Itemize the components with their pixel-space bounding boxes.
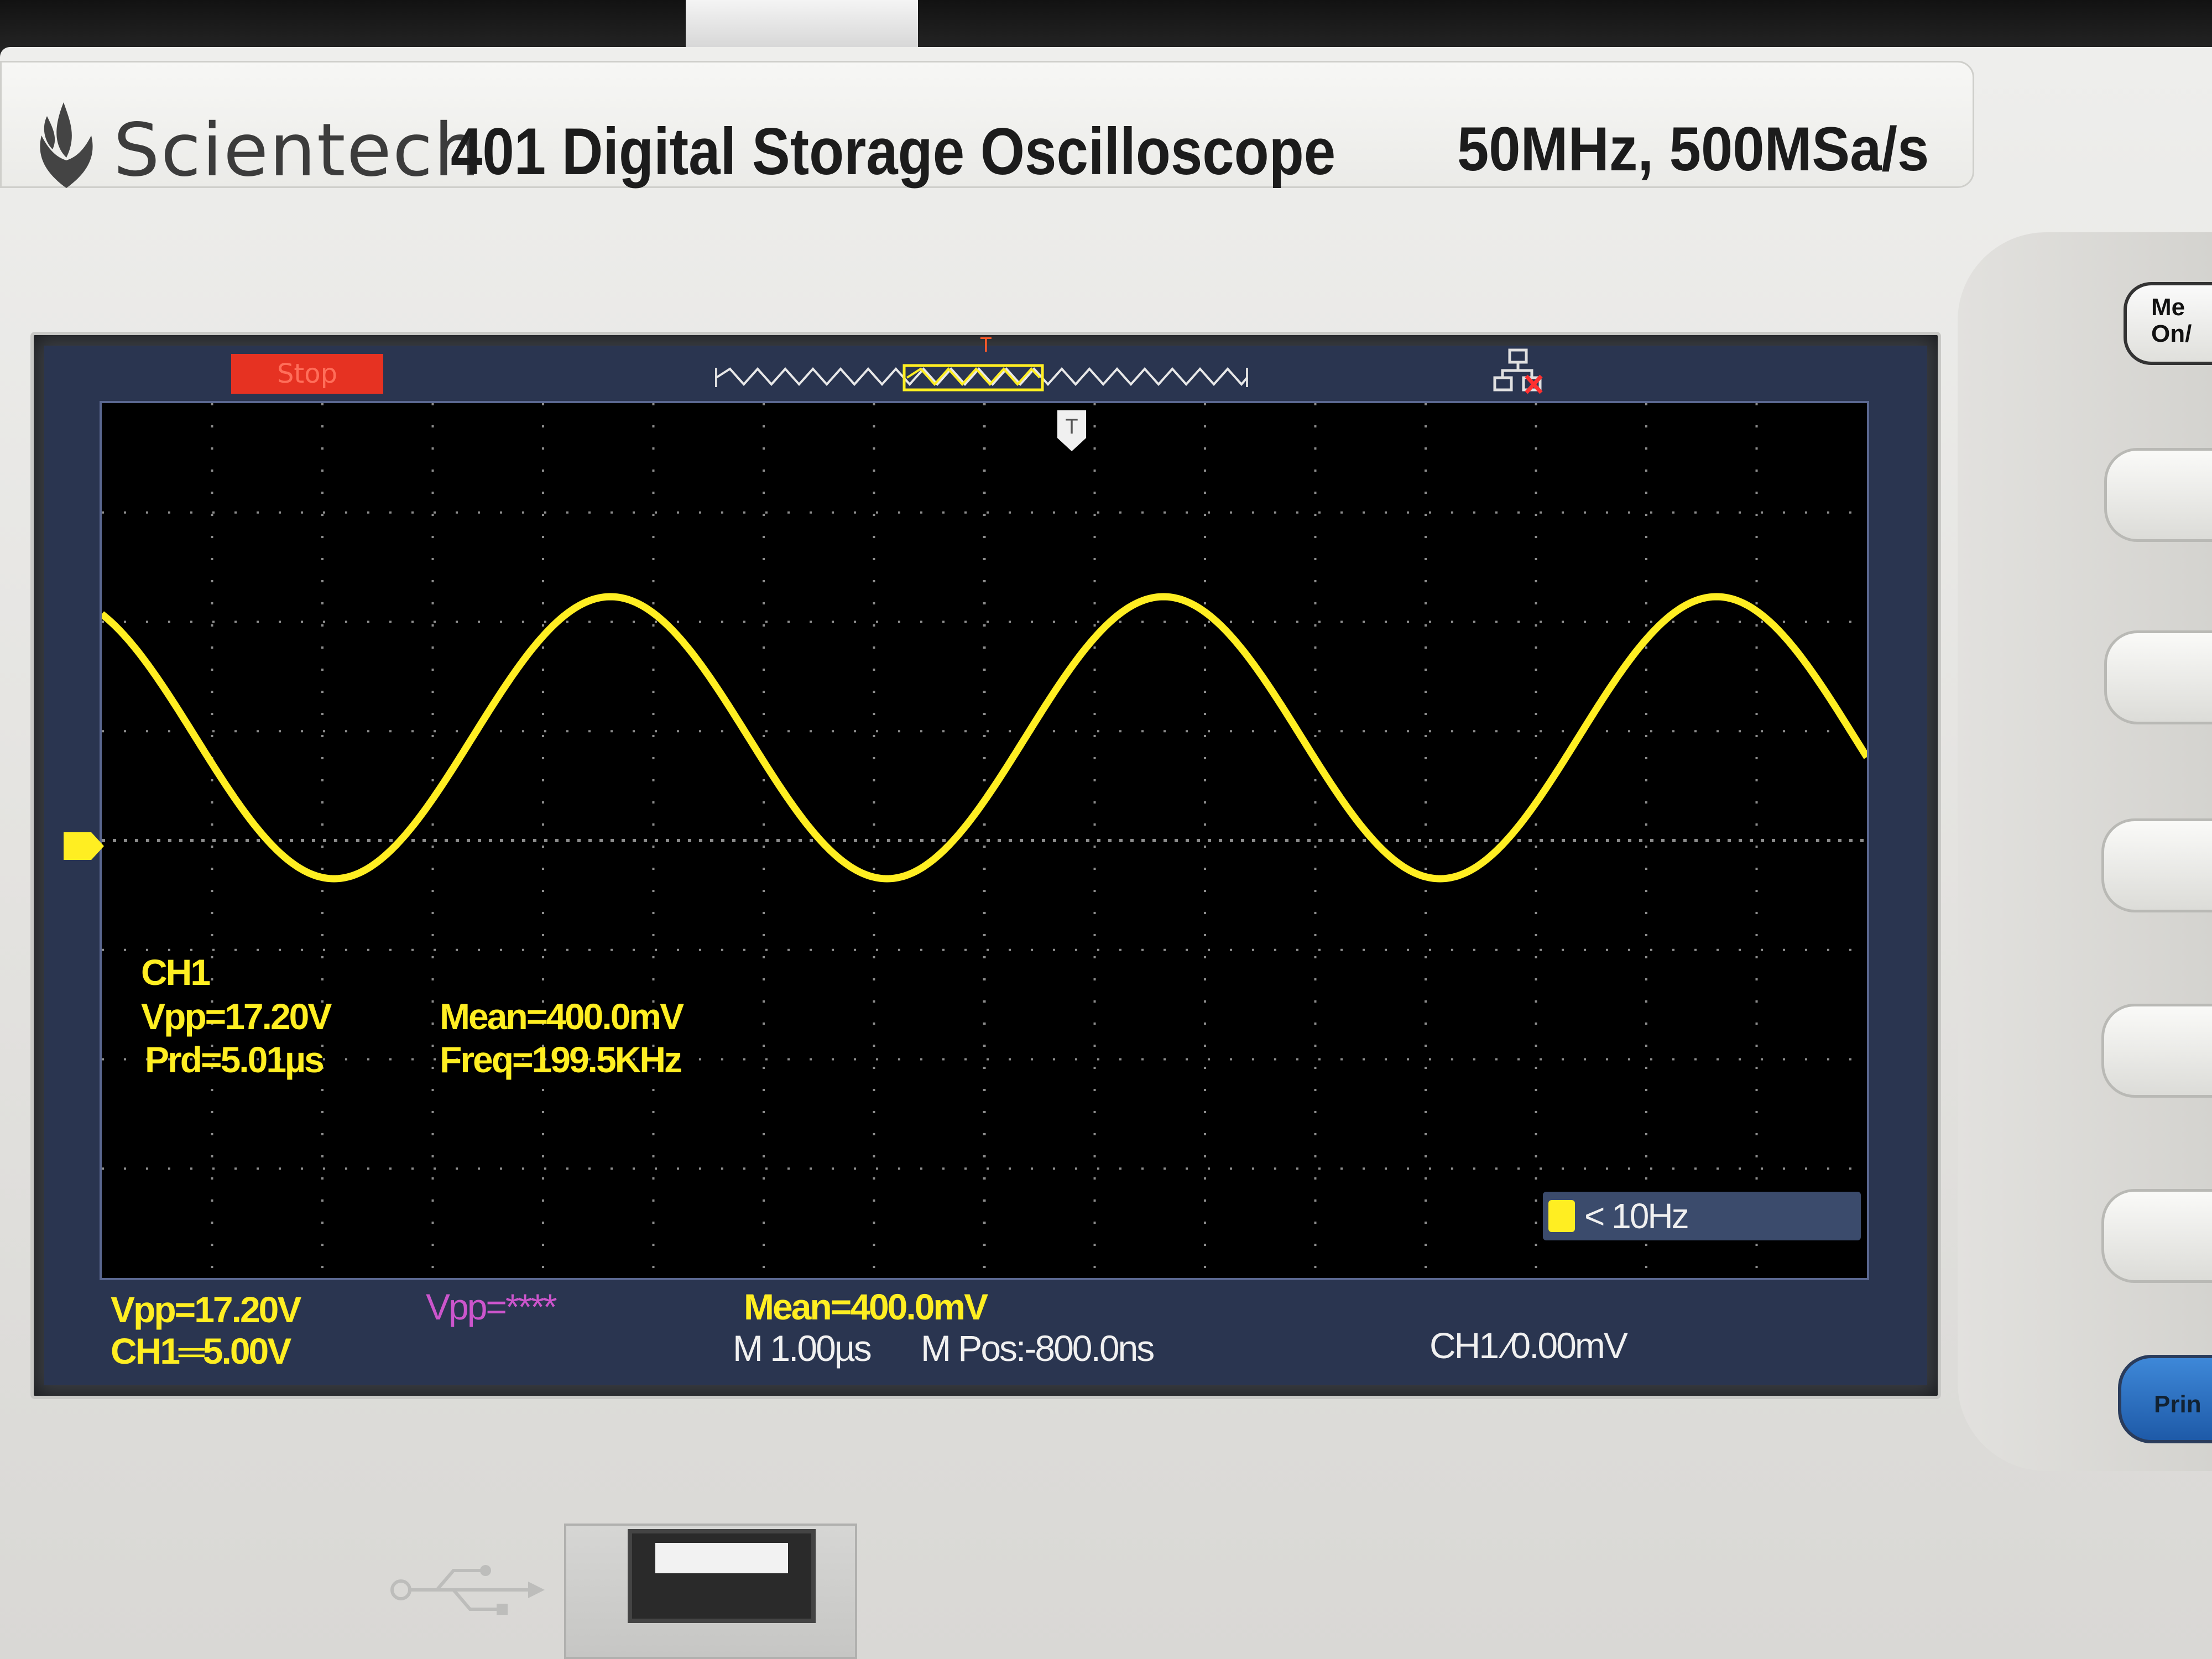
model-name: 401 Digital Storage Oscilloscope (451, 114, 1336, 189)
network-icon (1493, 348, 1543, 394)
overlay-channel: CH1 (141, 952, 211, 993)
softkey-4-button[interactable] (2101, 1004, 2212, 1098)
usb-icon (390, 1565, 545, 1615)
ch1-waveform-path (102, 593, 1867, 883)
waveform-grid (100, 401, 1869, 1280)
bottom-ch1-scale: CH1═5.00V (111, 1331, 291, 1371)
bottom-ch2-vpp: Vpp=**** (426, 1286, 557, 1327)
overlay-vpp: Vpp=17.20V (141, 996, 332, 1037)
device-spec: 50MHz, 500MSa/s (1457, 114, 1929, 184)
trigger-frequency: < 10Hz (1584, 1196, 1689, 1236)
softkey-2-button[interactable] (2104, 630, 2212, 724)
bottom-trigger-level: CH1 ⁄0.00mV (1430, 1325, 1628, 1366)
bottom-timebase: M 1.00µs (733, 1328, 872, 1369)
trigger-icon (1548, 1200, 1575, 1232)
menu-label-line1: Me (2151, 294, 2185, 321)
brand-name: Scientech (113, 108, 482, 193)
trigger-position-marker: T (980, 334, 992, 357)
menu-button-label: Me On/ (2151, 294, 2192, 347)
ch1-sine-trace (102, 593, 1867, 883)
svg-text:T: T (1065, 415, 1078, 439)
overlay-frequency: Freq=199.5KHz (440, 1039, 682, 1080)
softkey-3-button[interactable] (2101, 818, 2212, 912)
ch1-ground-marker-icon (64, 832, 104, 860)
print-button-label: Prin (2154, 1391, 2201, 1418)
usb-socket-contact (655, 1543, 788, 1573)
bottom-memory-position: M Pos:-800.0ns (921, 1328, 1155, 1369)
overlay-period: Prd=5.01µs (145, 1039, 325, 1080)
bottom-ch1-vpp: Vpp=17.20V (111, 1289, 301, 1330)
softkey-1-button[interactable] (2104, 448, 2212, 542)
flame-leaf-logo-icon (40, 102, 93, 188)
menu-label-line2: On/ (2151, 320, 2192, 347)
trigger-t-marker-icon: T (1057, 410, 1086, 451)
softkey-5-button[interactable] (2101, 1189, 2212, 1283)
memory-position-bar (715, 364, 1248, 392)
overlay-mean: Mean=400.0mV (440, 996, 684, 1037)
bottom-mean: Mean=400.0mV (744, 1286, 988, 1327)
run-stop-status-badge: Stop (231, 354, 383, 394)
